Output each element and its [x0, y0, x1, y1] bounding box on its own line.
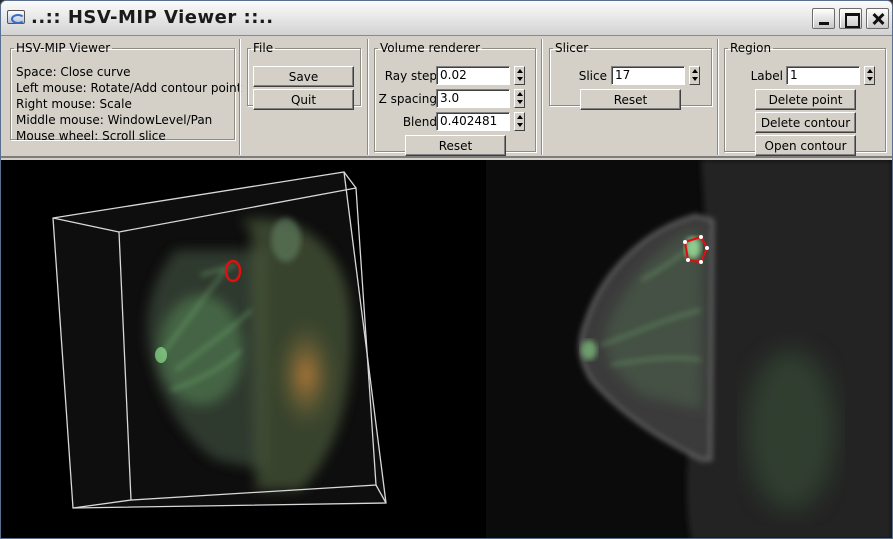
app-icon[interactable] — [7, 10, 25, 24]
slice-label: Slice — [578, 69, 607, 83]
save-button[interactable]: Save — [253, 66, 354, 87]
volume-renderer-legend: Volume renderer — [380, 41, 481, 55]
contour-point[interactable] — [686, 258, 690, 262]
volume-renderer-group: Volume renderer Ray step 0.02 Z spacing … — [374, 41, 536, 156]
volume-rendering-view[interactable] — [52, 171, 387, 509]
contour-point[interactable] — [683, 240, 687, 244]
separator — [717, 39, 719, 155]
title-bar[interactable]: ..:: HSV-MIP Viewer ::.. — [1, 1, 892, 36]
slicer-reset-button[interactable]: Reset — [580, 89, 681, 110]
label-label: Label — [750, 69, 783, 83]
window-title: ..:: HSV-MIP Viewer ::.. — [31, 7, 274, 28]
blend-label: Blend — [402, 115, 437, 129]
ray-step-label: Ray step — [384, 69, 437, 83]
application-window: ..:: HSV-MIP Viewer ::.. HSV-MIP Viewer … — [0, 0, 893, 539]
info-line-middle-mouse: Middle mouse: WindowLevel/Pan — [16, 113, 213, 127]
maximize-button[interactable] — [839, 8, 862, 29]
delete-point-button[interactable]: Delete point — [755, 89, 856, 110]
blend-field[interactable]: 0.402481 — [436, 112, 510, 131]
info-line-right-mouse: Right mouse: Scale — [16, 97, 132, 111]
slicer-group: Slicer Slice 17 Reset — [549, 41, 712, 110]
slice-view[interactable] — [486, 160, 892, 539]
info-line-mouse-wheel: Mouse wheel: Scroll slice — [16, 129, 166, 143]
region-group-legend: Region — [730, 41, 772, 55]
info-line-left-mouse: Left mouse: Rotate/Add contour point — [16, 81, 242, 95]
contour-point[interactable] — [699, 260, 703, 264]
open-contour-button[interactable]: Open contour — [755, 135, 856, 156]
file-group-legend: File — [253, 41, 274, 55]
file-group: File Save Quit — [247, 41, 361, 110]
z-spacing-spinner[interactable] — [514, 89, 525, 108]
label-field[interactable]: 1 — [786, 66, 860, 85]
blend-spinner[interactable] — [514, 112, 525, 131]
quit-button[interactable]: Quit — [253, 89, 354, 110]
minimize-button[interactable] — [812, 8, 835, 29]
ray-step-spinner[interactable] — [514, 66, 525, 85]
render-canvas[interactable] — [1, 160, 892, 539]
ray-step-field[interactable]: 0.02 — [436, 66, 510, 85]
info-line-space: Space: Close curve — [16, 65, 131, 79]
z-spacing-label: Z spacing — [378, 92, 437, 106]
info-group: HSV-MIP Viewer Space: Close curve Left m… — [10, 41, 241, 143]
close-button[interactable] — [866, 8, 889, 29]
region-group: Region Label 1 Delete point Delete conto… — [724, 41, 886, 156]
separator — [239, 39, 241, 155]
separator — [541, 39, 543, 155]
info-group-legend: HSV-MIP Viewer — [16, 41, 111, 55]
volume-reset-button[interactable]: Reset — [405, 135, 506, 156]
slice-field[interactable]: 17 — [611, 66, 685, 85]
slice-spinner[interactable] — [689, 66, 700, 85]
separator — [367, 39, 369, 155]
z-spacing-field[interactable]: 3.0 — [436, 89, 510, 108]
render-viewport[interactable] — [1, 160, 892, 539]
delete-contour-button[interactable]: Delete contour — [755, 112, 856, 133]
contour-point[interactable] — [705, 246, 709, 250]
label-spinner[interactable] — [864, 66, 875, 85]
slicer-group-legend: Slicer — [555, 41, 589, 55]
control-panel: HSV-MIP Viewer Space: Close curve Left m… — [1, 37, 892, 158]
contour-point[interactable] — [699, 235, 703, 239]
